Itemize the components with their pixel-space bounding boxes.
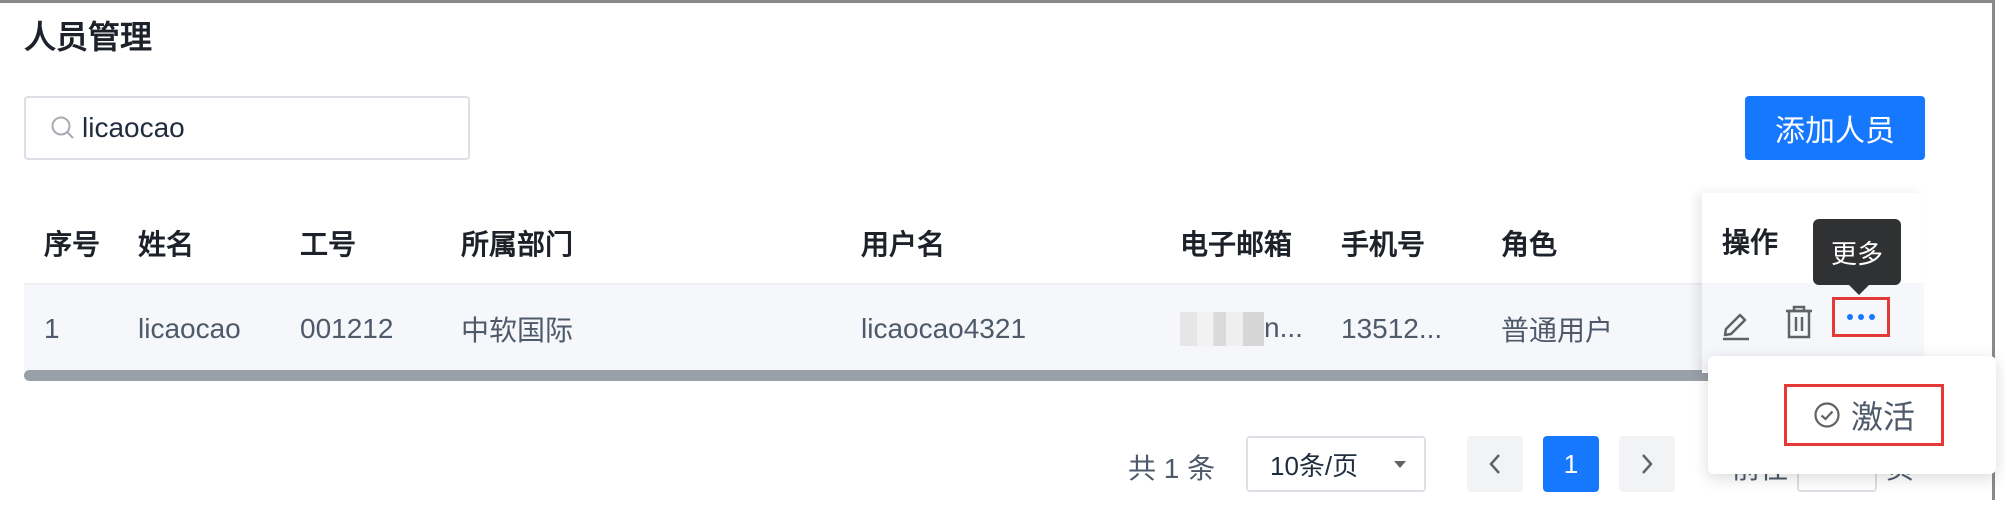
cell-email-tail: n... bbox=[1264, 311, 1303, 343]
col-header-department: 所属部门 bbox=[461, 229, 574, 260]
more-actions-button[interactable] bbox=[1832, 297, 1890, 337]
col-header-actions: 操作 bbox=[1722, 227, 1779, 258]
search-box[interactable] bbox=[24, 96, 470, 160]
activate-menu-item[interactable]: 激活 bbox=[1784, 384, 1944, 446]
more-tooltip: 更多 bbox=[1813, 219, 1901, 295]
cell-index: 1 bbox=[44, 313, 60, 344]
page-size-select[interactable]: 10条/页 bbox=[1246, 436, 1426, 492]
check-circle-icon bbox=[1814, 402, 1840, 428]
more-actions-dropdown: 激活 bbox=[1708, 356, 1996, 474]
cell-email: n... bbox=[1180, 312, 1303, 347]
next-page-button[interactable] bbox=[1619, 436, 1675, 492]
cell-phone: 13512... bbox=[1341, 313, 1443, 344]
cell-name: licaocao bbox=[138, 313, 241, 344]
page-number-button[interactable]: 1 bbox=[1543, 436, 1599, 492]
table-header: 序号 姓名 工号 所属部门 用户名 电子邮箱 手机号 角色 bbox=[24, 203, 1924, 285]
col-header-name: 姓名 bbox=[138, 229, 195, 260]
activate-label: 激活 bbox=[1850, 399, 1915, 435]
add-person-button[interactable]: 添加人员 bbox=[1745, 96, 1925, 160]
chevron-right-icon bbox=[1642, 454, 1653, 474]
pagination-total: 共 1 条 bbox=[1128, 453, 1216, 484]
table-row[interactable]: 1 licaocao 001212 中软国际 licaocao4321 n...… bbox=[24, 285, 1924, 373]
cell-username: licaocao4321 bbox=[861, 313, 1027, 344]
col-header-phone: 手机号 bbox=[1341, 229, 1426, 260]
horizontal-scrollbar[interactable] bbox=[24, 370, 1776, 381]
cell-employee-id: 001212 bbox=[300, 313, 394, 344]
col-header-employee-id: 工号 bbox=[300, 229, 357, 260]
prev-page-button[interactable] bbox=[1467, 436, 1523, 492]
redacted-email-blur bbox=[1180, 312, 1264, 347]
col-header-username: 用户名 bbox=[861, 229, 946, 260]
page-title: 人员管理 bbox=[24, 19, 153, 55]
ellipsis-icon bbox=[1847, 314, 1875, 320]
caret-down-icon bbox=[1394, 461, 1406, 468]
personnel-table: 序号 姓名 工号 所属部门 用户名 电子邮箱 手机号 角色 1 licaocao… bbox=[24, 203, 1924, 373]
page-size-value: 10条/页 bbox=[1270, 450, 1359, 481]
col-header-role: 角色 bbox=[1501, 229, 1558, 260]
delete-icon[interactable] bbox=[1784, 303, 1814, 341]
edit-icon[interactable] bbox=[1720, 305, 1752, 341]
col-header-email: 电子邮箱 bbox=[1180, 229, 1293, 260]
cell-department: 中软国际 bbox=[461, 315, 574, 346]
cell-role: 普通用户 bbox=[1501, 315, 1614, 346]
chevron-left-icon bbox=[1489, 454, 1500, 474]
col-header-index: 序号 bbox=[44, 229, 101, 260]
search-input[interactable] bbox=[80, 111, 444, 145]
search-icon bbox=[51, 116, 74, 139]
